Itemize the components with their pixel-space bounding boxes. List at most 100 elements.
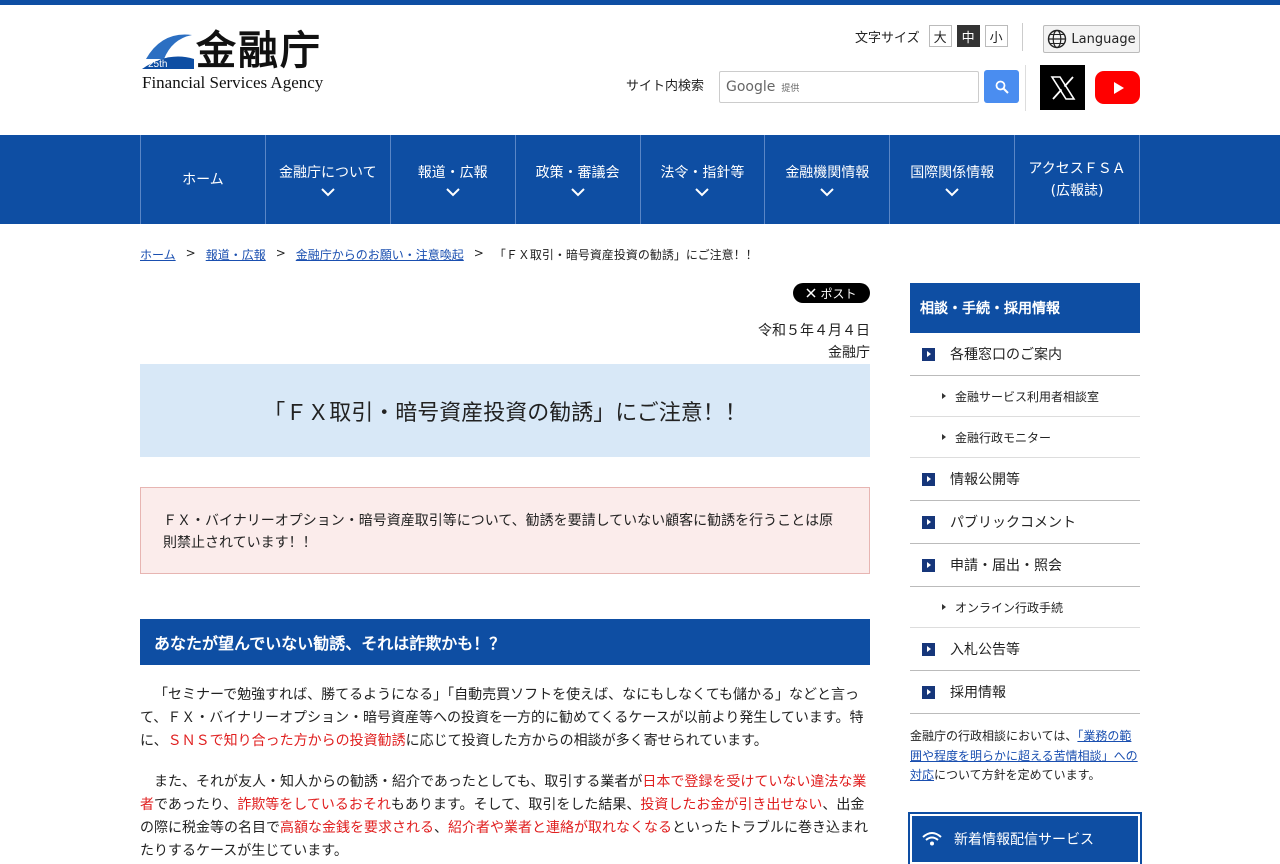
sidebar-item-label: 金融サービス利用者相談室 [955,389,1100,404]
globe-icon [1048,29,1067,49]
breadcrumb: ホーム > 報道・広報 > 金融庁からのお願い・注意喚起 > 「ＦＸ取引・暗号資… [140,246,758,263]
sidebar-item-disclosure[interactable]: 情報公開等 [910,458,1140,501]
sidebar-note: 金融庁の行政相談においては、「業務の範囲や程度を明らかに超える苦情相談」への対応… [910,727,1140,786]
publication-info: 令和５年４月４日 金融庁 [758,320,870,364]
body-paragraph: また、それが友人・知人からの勧誘・紹介であったとしても、取引する業者が日本で登録… [140,771,870,863]
publisher: 金融庁 [828,345,870,361]
header-divider [1022,23,1023,51]
body-text: に応じて投資した方からの相談が多く寄せられています。 [405,733,768,749]
header-divider-2 [1025,65,1026,111]
page-title: 「ＦＸ取引・暗号資産投資の勧誘」にご注意！！ [140,364,870,457]
sidebar-item-label: 採用情報 [950,685,1006,701]
sidebar-item-label: 入札公告等 [950,642,1020,658]
site-search-label: サイト内検索 [626,79,705,94]
nav-label: ホーム [182,171,224,188]
font-size-label: 文字サイズ [855,30,920,46]
nav-home[interactable]: ホーム [141,135,266,224]
sidebar-heading: 相談・手続・採用情報 [910,283,1140,333]
fsa-emblem-icon: 25th [142,34,194,70]
youtube-icon [1113,81,1124,94]
sidebar-item-recruitment[interactable]: 採用情報 [910,671,1140,714]
arrow-square-icon [922,685,935,699]
sidebar-item-label: パブリックコメント [950,515,1076,531]
google-brand: Google [726,79,776,95]
logo-badge: 25th [148,59,167,70]
nav-international[interactable]: 国際関係情報 [890,135,1016,224]
font-size-large-button[interactable]: 大 [928,25,952,47]
nav-label: 国際関係情報 [910,165,995,181]
nav-law[interactable]: 法令・指針等 [641,135,766,224]
body-text: 、 [434,820,448,836]
chevron-down-icon [945,188,959,197]
breadcrumb-link[interactable]: 金融庁からのお願い・注意喚起 [296,246,464,263]
sidebar-item-label: 申請・届出・照会 [950,558,1062,574]
youtube-link[interactable] [1095,71,1140,104]
nav-about[interactable]: 金融庁について [266,135,391,224]
fsa-logo[interactable]: 25th 金融庁 Financial Services Agency [142,25,342,97]
notice-box: ＦＸ・バイナリーオプション・暗号資産取引等について、勧誘を要請していない顧客に勧… [140,487,870,574]
sidebar-item-bids[interactable]: 入札公告等 [910,628,1140,671]
x-icon [806,288,817,298]
breadcrumb-separator: > [275,246,286,260]
sidebar-item-public-comment[interactable]: パブリックコメント [910,501,1140,544]
arrow-square-icon [922,558,935,572]
sidebar-heading-text: 相談・手続・採用情報 [920,301,1060,317]
chevron-down-icon [695,188,710,197]
sidebar-item-applications[interactable]: 申請・届出・照会 [910,544,1140,587]
notice-text: ＦＸ・バイナリーオプション・暗号資産取引等について、勧誘を要請していない顧客に勧… [163,513,834,551]
highlight-text: 詐欺等をしているおそれ [237,797,391,813]
nav-label: 金融機関情報 [785,165,870,181]
nav-label: 報道・広報 [417,165,488,181]
highlight-text: ＳＮＳで知り合った方からの投資勧誘 [167,733,406,749]
body-text: もあります。そして、取引をした結果、 [390,797,641,813]
nav-access-fsa[interactable]: アクセスＦＳＡ (広報誌) [1015,135,1140,224]
section-heading: あなたが望んでいない勧誘、それは詐欺かも！？ [140,619,870,665]
language-button[interactable]: Language [1043,25,1140,53]
rss-service-button[interactable]: 新着情報配信サービス [908,812,1142,864]
font-size-small-button[interactable]: 小 [984,25,1008,47]
arrow-square-icon [922,347,935,361]
section-heading-text: あなたが望んでいない勧誘、それは詐欺かも！？ [154,634,506,653]
nav-institutions[interactable]: 金融機関情報 [765,135,891,224]
nav-press[interactable]: 報道・広報 [391,135,516,224]
search-icon [995,80,1009,94]
breadcrumb-separator: > [185,246,196,260]
triangle-right-icon [942,393,946,399]
sidebar-item-admin-monitor[interactable]: 金融行政モニター [910,417,1140,458]
search-button[interactable] [984,70,1019,103]
chevron-down-icon [570,188,585,197]
nav-label: 金融庁について [279,165,377,181]
sidebar-item-consultation-office[interactable]: 金融サービス利用者相談室 [910,376,1140,417]
logo-english: Financial Services Agency [142,73,324,92]
nav-label: 政策・審議会 [535,165,620,181]
nav-label: 法令・指針等 [660,165,745,181]
sidebar-item-label: 情報公開等 [950,472,1020,488]
post-label: ポスト [820,286,857,301]
sidebar-note-text: について方針を定めています。 [934,768,1101,782]
nav-label: アクセスＦＳＡ [1028,160,1126,177]
page-title-text: 「ＦＸ取引・暗号資産投資の勧誘」にご注意！！ [263,400,747,426]
sidebar-note-text: 金融庁の行政相談においては、 [910,729,1078,743]
search-input[interactable]: Google 提供 [719,71,979,103]
highlight-text: 高額な金銭を要求される [280,820,434,836]
rss-label: 新着情報配信サービス [954,832,1094,848]
breadcrumb-link[interactable]: 報道・広報 [206,246,266,263]
sidebar-item-contacts[interactable]: 各種窓口のご案内 [910,333,1140,376]
highlight-text: 紹介者や業者と連絡が取れなくなる [448,820,672,836]
breadcrumb-current: 「ＦＸ取引・暗号資産投資の勧誘」にご注意！！ [493,248,758,262]
chevron-down-icon [445,188,460,197]
highlight-text: 投資したお金が引き出せない [640,797,823,813]
sidebar-item-online-procedures[interactable]: オンライン行政手続 [910,587,1140,628]
breadcrumb-link[interactable]: ホーム [140,246,176,263]
language-label: Language [1071,31,1136,47]
font-size-switcher: 文字サイズ 大 中 小 [855,25,1008,47]
sidebar-item-label: オンライン行政手続 [955,600,1064,615]
nav-policy[interactable]: 政策・審議会 [516,135,641,224]
search-provided-label: 提供 [781,83,800,94]
x-post-button[interactable]: ポスト [793,283,870,303]
logo-kanji: 金融庁 [196,27,322,74]
triangle-right-icon [942,434,946,440]
x-link[interactable] [1040,65,1085,110]
body-paragraph: 「セミナーで勉強すれば、勝てるようになる」「自動売買ソフトを使えば、なにもしなく… [140,684,870,753]
font-size-medium-button[interactable]: 中 [956,25,980,47]
